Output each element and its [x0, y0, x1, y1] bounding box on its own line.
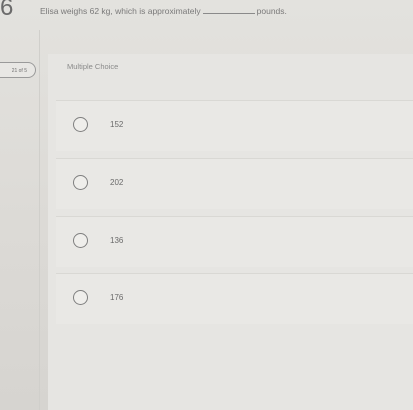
question-number: 6 [0, 0, 14, 21]
answer-option-label: 202 [110, 178, 124, 187]
question-text: Elisa weighs 62 kg, which is approximate… [40, 6, 287, 16]
answer-option[interactable]: 136 [56, 216, 413, 267]
radio-button-icon[interactable] [73, 117, 88, 132]
question-progress-badge[interactable]: 21 of 5 [0, 62, 36, 78]
radio-button-icon[interactable] [73, 233, 88, 248]
radio-button-icon[interactable] [73, 290, 88, 305]
radio-button-icon[interactable] [73, 175, 88, 190]
answer-type-label: Multiple Choice [67, 62, 119, 71]
answer-option-label: 152 [110, 120, 124, 129]
answer-option-label: 136 [110, 236, 124, 245]
answer-option[interactable]: 176 [56, 273, 413, 324]
answer-option[interactable]: 152 [56, 100, 413, 151]
page: 6 Elisa weighs 62 kg, which is approxima… [0, 0, 413, 410]
question-text-after: pounds. [256, 6, 287, 16]
answer-blank [202, 13, 255, 14]
answer-option-label: 176 [110, 293, 124, 302]
left-divider [39, 30, 40, 410]
question-text-before: Elisa weighs 62 kg, which is approximate… [40, 6, 201, 16]
answer-option[interactable]: 202 [56, 158, 413, 209]
